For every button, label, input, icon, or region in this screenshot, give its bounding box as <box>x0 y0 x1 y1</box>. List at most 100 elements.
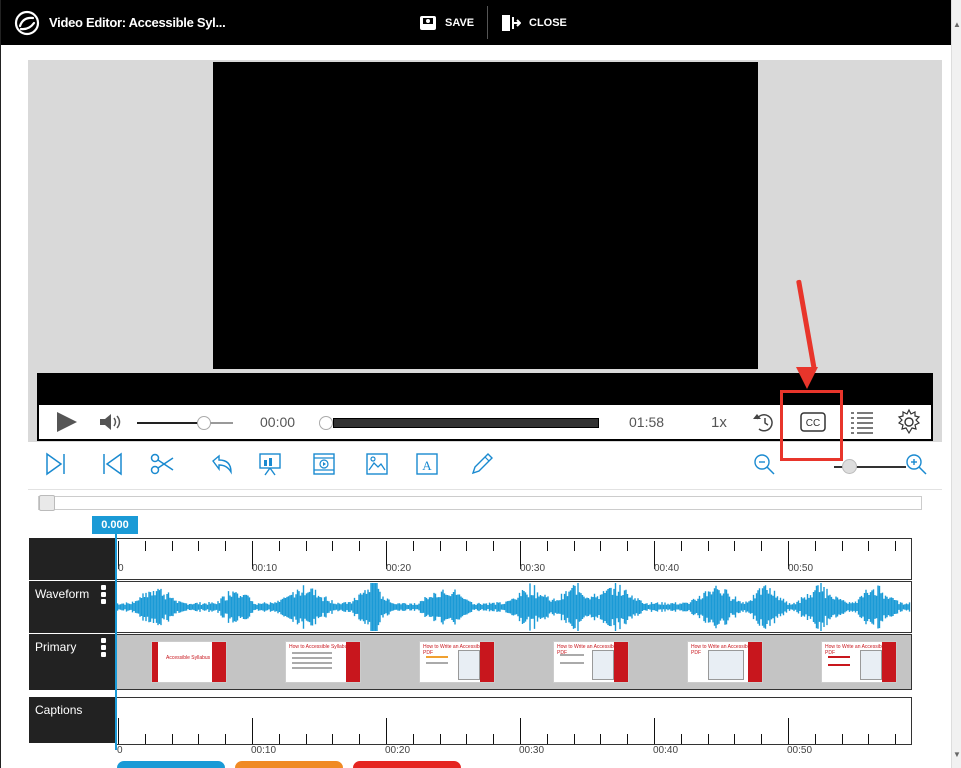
slide-thumbnail-2[interactable]: How to Accessible Syllabus <box>285 641 361 683</box>
ruler-label: 00:40 <box>654 563 680 574</box>
ruler-major-tick <box>118 718 119 744</box>
ruler-major-tick <box>252 718 253 744</box>
ruler-minor-tick <box>171 734 173 744</box>
ruler-label: 00:50 <box>788 563 814 574</box>
zoom-out-icon[interactable] <box>750 450 778 478</box>
waveform-menu-icon[interactable] <box>101 585 106 604</box>
zoom-in-icon[interactable] <box>902 450 930 478</box>
ruler-major-tick <box>654 718 655 744</box>
waveform-path <box>115 583 911 631</box>
captions-track[interactable] <box>115 697 912 745</box>
upload-caption-button[interactable] <box>235 761 343 768</box>
ruler-label: 00:10 <box>251 745 277 756</box>
slide-thumbnail-5[interactable]: How to Write an Accessible PDF <box>687 641 763 683</box>
ruler-minor-tick <box>868 734 870 744</box>
ruler-minor-tick <box>680 541 682 551</box>
seek-handle[interactable] <box>319 416 333 430</box>
playhead-time[interactable]: 0.000 <box>92 516 138 534</box>
ruler-minor-tick <box>707 734 709 744</box>
ruler-minor-tick <box>198 541 200 551</box>
volume-handle[interactable] <box>197 416 211 430</box>
ruler-minor-tick <box>814 541 816 551</box>
ruler-minor-tick <box>734 734 736 744</box>
image-icon[interactable] <box>363 450 391 478</box>
ruler-minor-tick <box>627 541 629 551</box>
ruler-minor-tick <box>359 541 361 551</box>
scroll-down-icon[interactable]: ▼ <box>953 750 961 759</box>
video-preview[interactable] <box>213 62 758 369</box>
ruler-minor-tick <box>493 541 495 551</box>
ruler-label: 00:50 <box>787 745 813 756</box>
slide-thumbnail-4[interactable]: How to Write an Accessible PDF <box>553 641 629 683</box>
zoom-handle[interactable] <box>842 459 857 474</box>
primary-menu-icon[interactable] <box>101 638 106 657</box>
scroll-up-icon[interactable]: ▲ <box>953 20 961 29</box>
ruler-minor-tick <box>439 734 441 744</box>
svg-text:A: A <box>422 458 432 473</box>
timeline-scrollbar[interactable] <box>38 496 922 510</box>
ruler-minor-tick <box>841 541 843 551</box>
add-caption-button[interactable] <box>117 761 225 768</box>
ruler-minor-tick <box>600 734 602 744</box>
replay-icon[interactable] <box>751 405 777 439</box>
ruler-minor-tick <box>171 541 173 551</box>
ruler-minor-tick <box>493 734 495 744</box>
ruler-label: 00:20 <box>385 745 411 756</box>
ruler-minor-tick <box>278 541 280 551</box>
ruler-minor-tick <box>278 734 280 744</box>
ruler-minor-tick <box>573 734 575 744</box>
close-button[interactable]: CLOSE <box>501 12 567 34</box>
pen-icon[interactable] <box>468 450 496 478</box>
previous-icon[interactable] <box>98 450 126 478</box>
ruler-minor-tick <box>573 541 575 551</box>
text-icon[interactable]: A <box>413 450 441 478</box>
ruler-minor-tick <box>305 734 307 744</box>
ruler-major-tick <box>788 718 789 744</box>
list-icon[interactable] <box>849 405 875 439</box>
ruler-minor-tick <box>144 541 146 551</box>
app-logo-icon <box>14 10 40 36</box>
ruler-minor-tick <box>841 734 843 744</box>
ruler-minor-tick <box>895 734 897 744</box>
split-icon[interactable] <box>42 450 70 478</box>
ruler-minor-tick <box>225 734 227 744</box>
ruler-minor-tick <box>680 734 682 744</box>
close-label: CLOSE <box>529 17 567 29</box>
ruler-label: 00:30 <box>519 745 545 756</box>
playhead-line[interactable] <box>115 534 117 750</box>
timeline-scroll-thumb[interactable] <box>39 495 55 511</box>
exit-door-icon <box>502 15 521 31</box>
save-label: SAVE <box>445 17 475 29</box>
ruler-minor-tick <box>734 541 736 551</box>
slide-thumbnail-6[interactable]: How to Write an Accessible PDF <box>821 641 897 683</box>
waveform-track[interactable] <box>115 581 912 633</box>
slide-thumbnail-1[interactable]: Accessible Syllabus <box>151 641 227 683</box>
presentation-icon[interactable] <box>256 450 284 478</box>
primary-track[interactable] <box>115 634 912 690</box>
playback-speed[interactable]: 1x <box>711 405 727 439</box>
ruler-minor-tick <box>332 734 334 744</box>
ruler-minor-tick <box>412 541 414 551</box>
current-time: 00:00 <box>260 414 296 430</box>
slide-thumbnail-3[interactable]: How to Write an Accessible PDF <box>419 641 495 683</box>
top-bar: Video Editor: Accessible Syl... SAVE CLO… <box>1 0 951 45</box>
play-icon[interactable] <box>53 405 81 439</box>
ruler-minor-tick <box>895 541 897 551</box>
video-icon[interactable] <box>310 450 338 478</box>
gear-icon[interactable] <box>895 405 923 439</box>
page-scrollbar[interactable] <box>951 0 961 768</box>
ruler-minor-tick <box>868 541 870 551</box>
ruler-minor-tick <box>600 541 602 551</box>
time-ruler[interactable]: 0 00:10 00:20 00:30 00:40 00:50 <box>115 538 912 580</box>
waveform-graphic <box>115 583 911 631</box>
scissors-icon[interactable] <box>148 450 176 478</box>
ruler-minor-tick <box>439 541 441 551</box>
seek-bar[interactable] <box>333 418 599 428</box>
delete-caption-button[interactable] <box>353 761 461 768</box>
ruler-label: 00:30 <box>520 563 546 574</box>
undo-icon[interactable] <box>208 450 236 478</box>
save-button[interactable]: SAVE <box>419 12 474 34</box>
ruler-minor-tick <box>761 734 763 744</box>
primary-label: Primary <box>35 640 77 654</box>
volume-icon[interactable] <box>97 405 125 439</box>
